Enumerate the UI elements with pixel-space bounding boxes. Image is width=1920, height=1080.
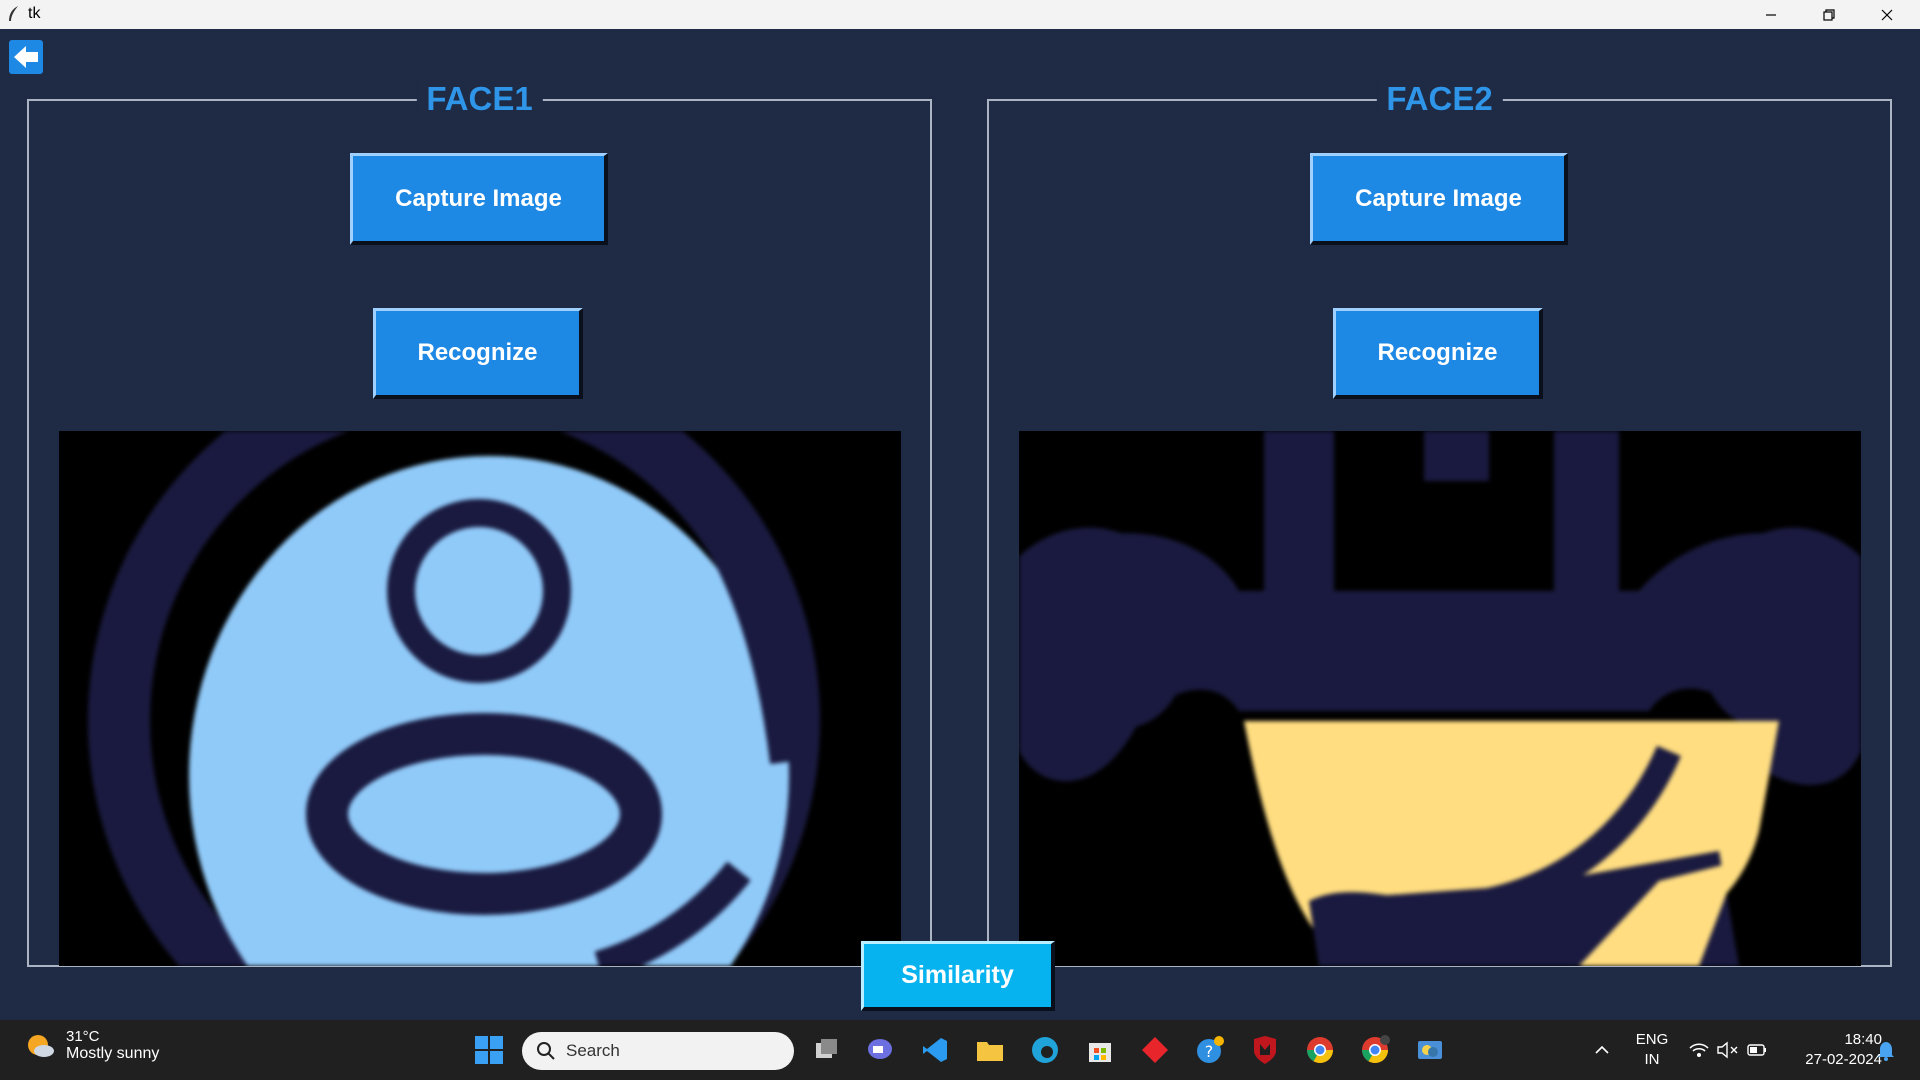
vscode-icon <box>923 1038 947 1062</box>
clock[interactable]: 18:40 27-02-2024 <box>1782 1030 1882 1070</box>
python-icon <box>1418 1041 1442 1059</box>
search-icon <box>537 1042 555 1060</box>
task-view-button[interactable] <box>810 1034 842 1066</box>
chevron-up-icon <box>1595 1045 1609 1054</box>
taskbar-search-box[interactable]: Search <box>522 1032 794 1070</box>
teams-chat-button[interactable] <box>864 1034 896 1066</box>
folder-icon <box>977 1042 1003 1061</box>
face1-image-display <box>59 431 901 966</box>
chrome-icon <box>1361 1035 1390 1064</box>
face1-captured-image <box>59 431 901 966</box>
store-button[interactable] <box>1084 1034 1116 1066</box>
file-explorer-button[interactable] <box>974 1034 1006 1066</box>
search-placeholder: Search <box>566 1041 620 1060</box>
weather-widget[interactable]: 31°C Mostly sunny <box>24 1028 159 1063</box>
edge-icon <box>1032 1037 1058 1063</box>
task-view-icon <box>816 1039 837 1058</box>
get-help-button[interactable]: ? <box>1194 1034 1226 1066</box>
vscode-button[interactable] <box>919 1034 951 1066</box>
chrome-icon <box>1306 1037 1334 1064</box>
face1-recognize-button[interactable]: Recognize <box>373 308 583 399</box>
back-button[interactable] <box>9 40 43 74</box>
face2-captured-image <box>1019 431 1861 966</box>
edge-button[interactable] <box>1029 1034 1061 1066</box>
minimize-icon <box>1766 13 1776 16</box>
minimize-button[interactable] <box>1742 0 1800 29</box>
mcafee-button[interactable] <box>1249 1034 1281 1066</box>
arrow-left-icon <box>14 46 38 68</box>
clock-time: 18:40 <box>1844 1031 1882 1048</box>
chrome-profile-button[interactable] <box>1359 1034 1391 1066</box>
system-status-group[interactable] <box>1680 1034 1776 1066</box>
weather-temperature: 31°C <box>66 1028 100 1045</box>
notifications-button[interactable] <box>1870 1034 1902 1066</box>
title-bar: tk <box>0 0 1920 29</box>
shield-icon <box>1254 1036 1276 1064</box>
window-title: tk <box>28 5 41 22</box>
weather-description: Mostly sunny <box>66 1045 160 1062</box>
feather-icon <box>9 6 18 21</box>
language-code: ENG <box>1635 1031 1669 1048</box>
face2-title: FACE2 <box>1376 79 1503 119</box>
volume-muted-icon <box>1717 1041 1738 1059</box>
wifi-icon <box>1689 1043 1709 1057</box>
close-icon <box>1881 9 1893 20</box>
red-app-button[interactable] <box>1139 1034 1171 1066</box>
close-button[interactable] <box>1858 0 1916 29</box>
chat-icon <box>868 1039 892 1059</box>
face1-title: FACE1 <box>416 79 543 119</box>
svg-text:?: ? <box>1205 1042 1214 1061</box>
taskbar: 31°C Mostly sunny Search ? ENG IN 18:40 … <box>0 1020 1920 1080</box>
face1-capture-image-button[interactable]: Capture Image <box>350 153 608 245</box>
similarity-button[interactable]: Similarity <box>861 941 1055 1011</box>
restore-icon <box>1823 8 1835 21</box>
store-icon <box>1089 1043 1111 1062</box>
diamond-app-icon <box>1142 1037 1168 1063</box>
windows-icon <box>475 1036 503 1064</box>
python-tk-button[interactable] <box>1414 1034 1446 1066</box>
face2-image-display <box>1019 431 1861 966</box>
bell-icon <box>1878 1042 1894 1061</box>
face2-capture-image-button[interactable]: Capture Image <box>1310 153 1568 245</box>
language-indicator[interactable]: ENG IN <box>1630 1030 1674 1070</box>
region-code: IN <box>1644 1051 1660 1068</box>
help-icon: ? <box>1197 1036 1224 1063</box>
face2-recognize-button[interactable]: Recognize <box>1333 308 1543 399</box>
restore-button[interactable] <box>1800 0 1858 29</box>
start-button[interactable] <box>473 1034 505 1066</box>
weather-sun-icon <box>28 1034 54 1057</box>
battery-icon <box>1747 1044 1766 1056</box>
clock-date: 27-02-2024 <box>1805 1051 1882 1068</box>
show-hidden-icons-button[interactable] <box>1586 1034 1618 1066</box>
chrome-button[interactable] <box>1304 1034 1336 1066</box>
